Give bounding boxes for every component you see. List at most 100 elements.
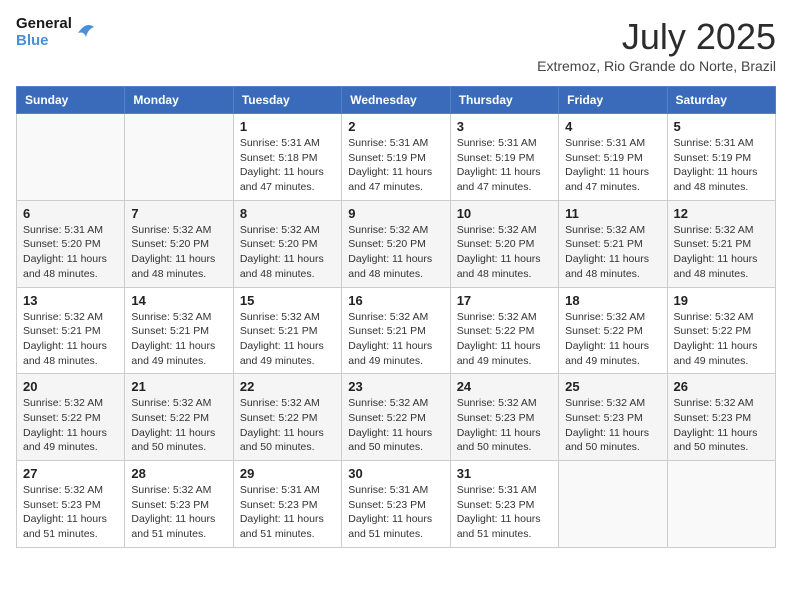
calendar-week-row: 27 Sunrise: 5:32 AM Sunset: 5:23 PM Dayli… — [17, 461, 776, 548]
day-info: Sunrise: 5:32 AM Sunset: 5:22 PM Dayligh… — [565, 310, 660, 369]
day-number: 22 — [240, 379, 335, 394]
calendar-cell: 4 Sunrise: 5:31 AM Sunset: 5:19 PM Daylig… — [559, 114, 667, 201]
day-number: 14 — [131, 293, 226, 308]
calendar-cell: 7 Sunrise: 5:32 AM Sunset: 5:20 PM Daylig… — [125, 200, 233, 287]
day-number: 19 — [674, 293, 769, 308]
logo-blue: Blue — [16, 33, 49, 50]
calendar-week-row: 13 Sunrise: 5:32 AM Sunset: 5:21 PM Dayli… — [17, 287, 776, 374]
calendar-cell: 14Sunrise: 5:32 AM Sunset: 5:21 PM Dayli… — [125, 287, 233, 374]
calendar-cell: 5 Sunrise: 5:31 AM Sunset: 5:19 PM Daylig… — [667, 114, 775, 201]
day-number: 23 — [348, 379, 443, 394]
day-info: Sunrise: 5:32 AM Sunset: 5:22 PM Dayligh… — [23, 396, 118, 455]
day-number: 4 — [565, 119, 660, 134]
calendar-cell: 8 Sunrise: 5:32 AM Sunset: 5:20 PM Daylig… — [233, 200, 341, 287]
day-info: Sunrise: 5:32 AM Sunset: 5:21 PM Dayligh… — [348, 310, 443, 369]
day-number: 7 — [131, 206, 226, 221]
day-info: Sunrise: 5:32 AM Sunset: 5:22 PM Dayligh… — [240, 396, 335, 455]
day-info: Sunrise: 5:32 AM Sunset: 5:21 PM Dayligh… — [565, 223, 660, 282]
day-number: 27 — [23, 466, 118, 481]
day-info: Sunrise: 5:32 AM Sunset: 5:21 PM Dayligh… — [240, 310, 335, 369]
weekday-header-cell: Tuesday — [233, 87, 341, 114]
day-info: Sunrise: 5:31 AM Sunset: 5:19 PM Dayligh… — [457, 136, 552, 195]
calendar-cell: 11Sunrise: 5:32 AM Sunset: 5:21 PM Dayli… — [559, 200, 667, 287]
day-info: Sunrise: 5:31 AM Sunset: 5:19 PM Dayligh… — [565, 136, 660, 195]
day-number: 18 — [565, 293, 660, 308]
day-info: Sunrise: 5:32 AM Sunset: 5:20 PM Dayligh… — [131, 223, 226, 282]
calendar-body: 1 Sunrise: 5:31 AM Sunset: 5:18 PM Daylig… — [17, 114, 776, 548]
day-number: 2 — [348, 119, 443, 134]
day-info: Sunrise: 5:32 AM Sunset: 5:22 PM Dayligh… — [457, 310, 552, 369]
day-number: 3 — [457, 119, 552, 134]
day-info: Sunrise: 5:32 AM Sunset: 5:22 PM Dayligh… — [348, 396, 443, 455]
location: Extremoz, Rio Grande do Norte, Brazil — [537, 58, 776, 74]
day-number: 28 — [131, 466, 226, 481]
day-number: 30 — [348, 466, 443, 481]
weekday-header-cell: Sunday — [17, 87, 125, 114]
calendar-cell: 17Sunrise: 5:32 AM Sunset: 5:22 PM Dayli… — [450, 287, 558, 374]
calendar-cell — [17, 114, 125, 201]
calendar-cell: 10 Sunrise: 5:32 AM Sunset: 5:20 PM Dayli… — [450, 200, 558, 287]
title-block: July 2025 Extremoz, Rio Grande do Norte,… — [537, 16, 776, 74]
day-number: 9 — [348, 206, 443, 221]
day-info: Sunrise: 5:31 AM Sunset: 5:19 PM Dayligh… — [348, 136, 443, 195]
calendar-cell: 12Sunrise: 5:32 AM Sunset: 5:21 PM Dayli… — [667, 200, 775, 287]
calendar-cell — [559, 461, 667, 548]
weekday-header-cell: Monday — [125, 87, 233, 114]
day-number: 15 — [240, 293, 335, 308]
day-number: 13 — [23, 293, 118, 308]
day-number: 31 — [457, 466, 552, 481]
calendar-cell: 29Sunrise: 5:31 AM Sunset: 5:23 PM Dayli… — [233, 461, 341, 548]
day-number: 24 — [457, 379, 552, 394]
day-info: Sunrise: 5:32 AM Sunset: 5:23 PM Dayligh… — [131, 483, 226, 542]
day-info: Sunrise: 5:31 AM Sunset: 5:19 PM Dayligh… — [674, 136, 769, 195]
day-number: 16 — [348, 293, 443, 308]
day-number: 21 — [131, 379, 226, 394]
calendar-cell: 22 Sunrise: 5:32 AM Sunset: 5:22 PM Dayli… — [233, 374, 341, 461]
calendar-cell — [125, 114, 233, 201]
logo: General Blue — [16, 16, 96, 49]
calendar-cell: 9 Sunrise: 5:32 AM Sunset: 5:20 PM Daylig… — [342, 200, 450, 287]
calendar-table: SundayMondayTuesdayWednesdayThursdayFrid… — [16, 86, 776, 548]
day-info: Sunrise: 5:32 AM Sunset: 5:20 PM Dayligh… — [348, 223, 443, 282]
calendar-cell: 26Sunrise: 5:32 AM Sunset: 5:23 PM Dayli… — [667, 374, 775, 461]
calendar-cell: 20 Sunrise: 5:32 AM Sunset: 5:22 PM Dayli… — [17, 374, 125, 461]
calendar-cell: 23 Sunrise: 5:32 AM Sunset: 5:22 PM Dayli… — [342, 374, 450, 461]
day-info: Sunrise: 5:32 AM Sunset: 5:21 PM Dayligh… — [23, 310, 118, 369]
weekday-header-cell: Thursday — [450, 87, 558, 114]
day-number: 5 — [674, 119, 769, 134]
calendar-cell: 3 Sunrise: 5:31 AM Sunset: 5:19 PM Daylig… — [450, 114, 558, 201]
logo-text-block: General Blue — [16, 16, 96, 49]
calendar-cell: 6Sunrise: 5:31 AM Sunset: 5:20 PM Daylig… — [17, 200, 125, 287]
day-info: Sunrise: 5:32 AM Sunset: 5:22 PM Dayligh… — [674, 310, 769, 369]
day-info: Sunrise: 5:32 AM Sunset: 5:23 PM Dayligh… — [674, 396, 769, 455]
day-info: Sunrise: 5:31 AM Sunset: 5:18 PM Dayligh… — [240, 136, 335, 195]
day-info: Sunrise: 5:31 AM Sunset: 5:23 PM Dayligh… — [240, 483, 335, 542]
day-info: Sunrise: 5:32 AM Sunset: 5:20 PM Dayligh… — [240, 223, 335, 282]
day-number: 10 — [457, 206, 552, 221]
calendar-cell: 21Sunrise: 5:32 AM Sunset: 5:22 PM Dayli… — [125, 374, 233, 461]
weekday-header-row: SundayMondayTuesdayWednesdayThursdayFrid… — [17, 87, 776, 114]
calendar-cell: 18 Sunrise: 5:32 AM Sunset: 5:22 PM Dayli… — [559, 287, 667, 374]
day-number: 20 — [23, 379, 118, 394]
day-info: Sunrise: 5:31 AM Sunset: 5:23 PM Dayligh… — [457, 483, 552, 542]
day-number: 12 — [674, 206, 769, 221]
day-info: Sunrise: 5:32 AM Sunset: 5:23 PM Dayligh… — [23, 483, 118, 542]
calendar-week-row: 6Sunrise: 5:31 AM Sunset: 5:20 PM Daylig… — [17, 200, 776, 287]
calendar-cell: 2 Sunrise: 5:31 AM Sunset: 5:19 PM Daylig… — [342, 114, 450, 201]
calendar-cell: 24 Sunrise: 5:32 AM Sunset: 5:23 PM Dayli… — [450, 374, 558, 461]
logo-bird-icon — [76, 19, 96, 47]
day-number: 8 — [240, 206, 335, 221]
calendar-cell: 25Sunrise: 5:32 AM Sunset: 5:23 PM Dayli… — [559, 374, 667, 461]
day-info: Sunrise: 5:32 AM Sunset: 5:23 PM Dayligh… — [457, 396, 552, 455]
page-header: General Blue July 2025 Extremoz, Rio Gra… — [16, 16, 776, 74]
day-info: Sunrise: 5:31 AM Sunset: 5:23 PM Dayligh… — [348, 483, 443, 542]
day-info: Sunrise: 5:32 AM Sunset: 5:23 PM Dayligh… — [565, 396, 660, 455]
weekday-header-cell: Friday — [559, 87, 667, 114]
calendar-cell — [667, 461, 775, 548]
day-number: 1 — [240, 119, 335, 134]
day-info: Sunrise: 5:32 AM Sunset: 5:20 PM Dayligh… — [457, 223, 552, 282]
calendar-cell: 31 Sunrise: 5:31 AM Sunset: 5:23 PM Dayli… — [450, 461, 558, 548]
calendar-cell: 1 Sunrise: 5:31 AM Sunset: 5:18 PM Daylig… — [233, 114, 341, 201]
weekday-header-cell: Wednesday — [342, 87, 450, 114]
logo-general: General — [16, 16, 72, 33]
